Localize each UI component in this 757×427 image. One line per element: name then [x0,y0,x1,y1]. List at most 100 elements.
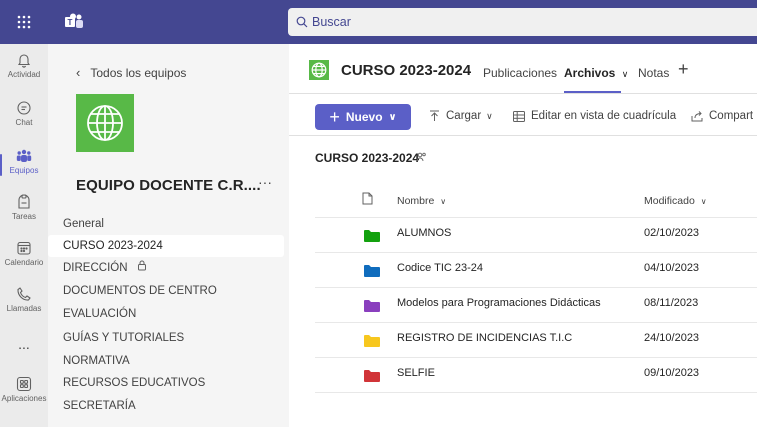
teams-icon [16,149,32,162]
channel-recursos-educativos[interactable]: RECURSOS EDUCATIVOS [48,372,284,394]
rail-item-chat[interactable]: Chat [0,100,48,140]
file-name[interactable]: SELFIE [397,367,435,379]
chat-icon [17,101,31,115]
plus-icon: + [329,106,340,127]
table-row[interactable]: Modelos para Programaciones Didácticas 0… [315,288,757,323]
channel-general[interactable]: General [48,213,284,235]
team-avatar [76,94,134,152]
share-label: Compart [709,110,754,122]
rail-label: Tareas [11,212,36,221]
svg-text:T: T [68,18,73,27]
new-button[interactable]: + Nuevo ∨ [315,104,411,130]
folder-icon [364,369,380,387]
search-icon [296,16,308,28]
file-modified: 08/11/2023 [644,297,699,309]
folder-icon [364,264,380,282]
column-header-modified[interactable]: Modificado ∨ [644,195,707,207]
channel-label: DIRECCIÓN [63,262,128,275]
tab-label: Archivos [564,66,616,80]
more-icon: ... [18,336,30,352]
grid-icon [513,110,525,122]
channel-guias-y-tutoriales[interactable]: GUÍAS Y TUTORIALES [48,327,284,349]
tab-archivos[interactable]: Archivos ∨ [564,66,628,80]
channel-curso-2023-2024[interactable]: CURSO 2023-2024 [48,235,284,257]
lock-icon [137,257,147,279]
column-header-name[interactable]: Nombre ∨ [397,195,446,207]
channel-evaluacion[interactable]: EVALUACIÓN [48,303,284,325]
back-to-teams-link[interactable]: ‹ Todos los equipos [76,65,186,80]
table-row[interactable]: ALUMNOS 02/10/2023 [315,218,757,253]
folder-icon [364,299,380,317]
calendar-icon [17,241,31,255]
phone-icon [17,287,31,301]
chevron-down-icon: ∨ [621,69,629,79]
file-modified: 04/10/2023 [644,262,700,274]
table-row[interactable]: SELFIE 09/10/2023 [315,358,757,393]
top-bar: T Buscar [0,0,757,44]
folder-icon [364,229,380,247]
teams-logo-icon: T [62,10,86,34]
file-modified: 24/10/2023 [644,332,700,344]
back-label: Todos los equipos [90,65,187,80]
file-name[interactable]: ALUMNOS [397,227,451,239]
channel-direccion[interactable]: DIRECCIÓN [48,257,284,279]
channel-secretaria[interactable]: SECRETARÍA [48,395,284,417]
team-panel: ‹ Todos los equipos EQUIPO DOCENTE C.R..… [48,44,289,427]
add-tab-button[interactable]: + [678,59,689,80]
rail-item-equipos[interactable]: Equipos [0,148,48,188]
tab-notas[interactable]: Notas [638,66,669,80]
rail-item-tareas[interactable]: Tareas [0,194,48,234]
rail-label: Aplicaciones [1,394,47,403]
upload-icon [430,110,439,121]
rail-item-aplicaciones[interactable]: Aplicaciones [0,376,48,416]
app-rail: Actividad Chat Equipos Tareas Calendario… [0,44,48,427]
assignments-icon [18,194,30,209]
file-type-header-icon[interactable] [362,192,373,208]
upload-label: Cargar [446,110,482,122]
chevron-left-icon: ‹ [76,65,81,80]
table-row[interactable]: REGISTRO DE INCIDENCIAS T.I.C 24/10/2023 [315,323,757,358]
chevron-down-icon: ∨ [440,197,447,206]
people-icon [416,152,427,165]
globe-icon [87,105,123,141]
tab-publicaciones[interactable]: Publicaciones [483,66,557,80]
rail-item-llamadas[interactable]: Llamadas [0,286,48,326]
channel-normativa[interactable]: NORMATIVA [48,350,284,372]
team-more-options-button[interactable]: ··· [258,174,272,190]
folder-icon [364,334,380,352]
rail-label: Equipos [9,166,39,175]
grid-view-button[interactable]: Editar en vista de cuadrícula [513,110,676,122]
file-name[interactable]: REGISTRO DE INCIDENCIAS T.I.C [397,332,572,344]
search-input[interactable]: Buscar [288,8,757,36]
file-modified: 02/10/2023 [644,227,700,239]
rail-label: Calendario [4,258,44,267]
channel-header: CURSO 2023-2024 Publicaciones Archivos ∨… [289,44,757,94]
active-tab-indicator [564,91,621,93]
new-label: Nuevo [345,110,383,124]
rail-label: Actividad [7,70,41,79]
file-modified: 09/10/2023 [644,367,700,379]
team-name: EQUIPO DOCENTE C.R.... [76,177,261,194]
file-name[interactable]: Modelos para Programaciones Didácticas [397,297,601,309]
column-header-label: Modificado [644,195,695,207]
chevron-down-icon: ∨ [388,111,397,123]
file-name[interactable]: Codice TIC 23-24 [397,262,483,274]
channel-documentos-de-centro[interactable]: DOCUMENTOS DE CENTRO [48,280,284,302]
upload-button[interactable]: Cargar ∨ [429,110,493,122]
share-button[interactable]: Compart [691,110,753,122]
share-icon [691,110,703,121]
column-header-label: Nombre [397,195,435,207]
channel-title: CURSO 2023-2024 [341,62,472,79]
rail-item-calendario[interactable]: Calendario [0,240,48,280]
app-launcher-icon[interactable] [0,0,48,44]
rail-more-button[interactable]: ... [0,336,48,376]
table-row[interactable]: Codice TIC 23-24 04/10/2023 [315,253,757,288]
files-toolbar: + Nuevo ∨ Cargar ∨ Editar en vista de cu… [289,94,757,136]
globe-icon [311,62,327,78]
chevron-down-icon: ∨ [486,110,493,121]
main-content: CURSO 2023-2024 Publicaciones Archivos ∨… [289,44,757,427]
rail-item-actividad[interactable]: Actividad [0,52,48,92]
rail-label: Chat [15,118,33,127]
grid-label: Editar en vista de cuadrícula [531,110,677,122]
breadcrumb[interactable]: CURSO 2023-2024 [315,151,419,165]
